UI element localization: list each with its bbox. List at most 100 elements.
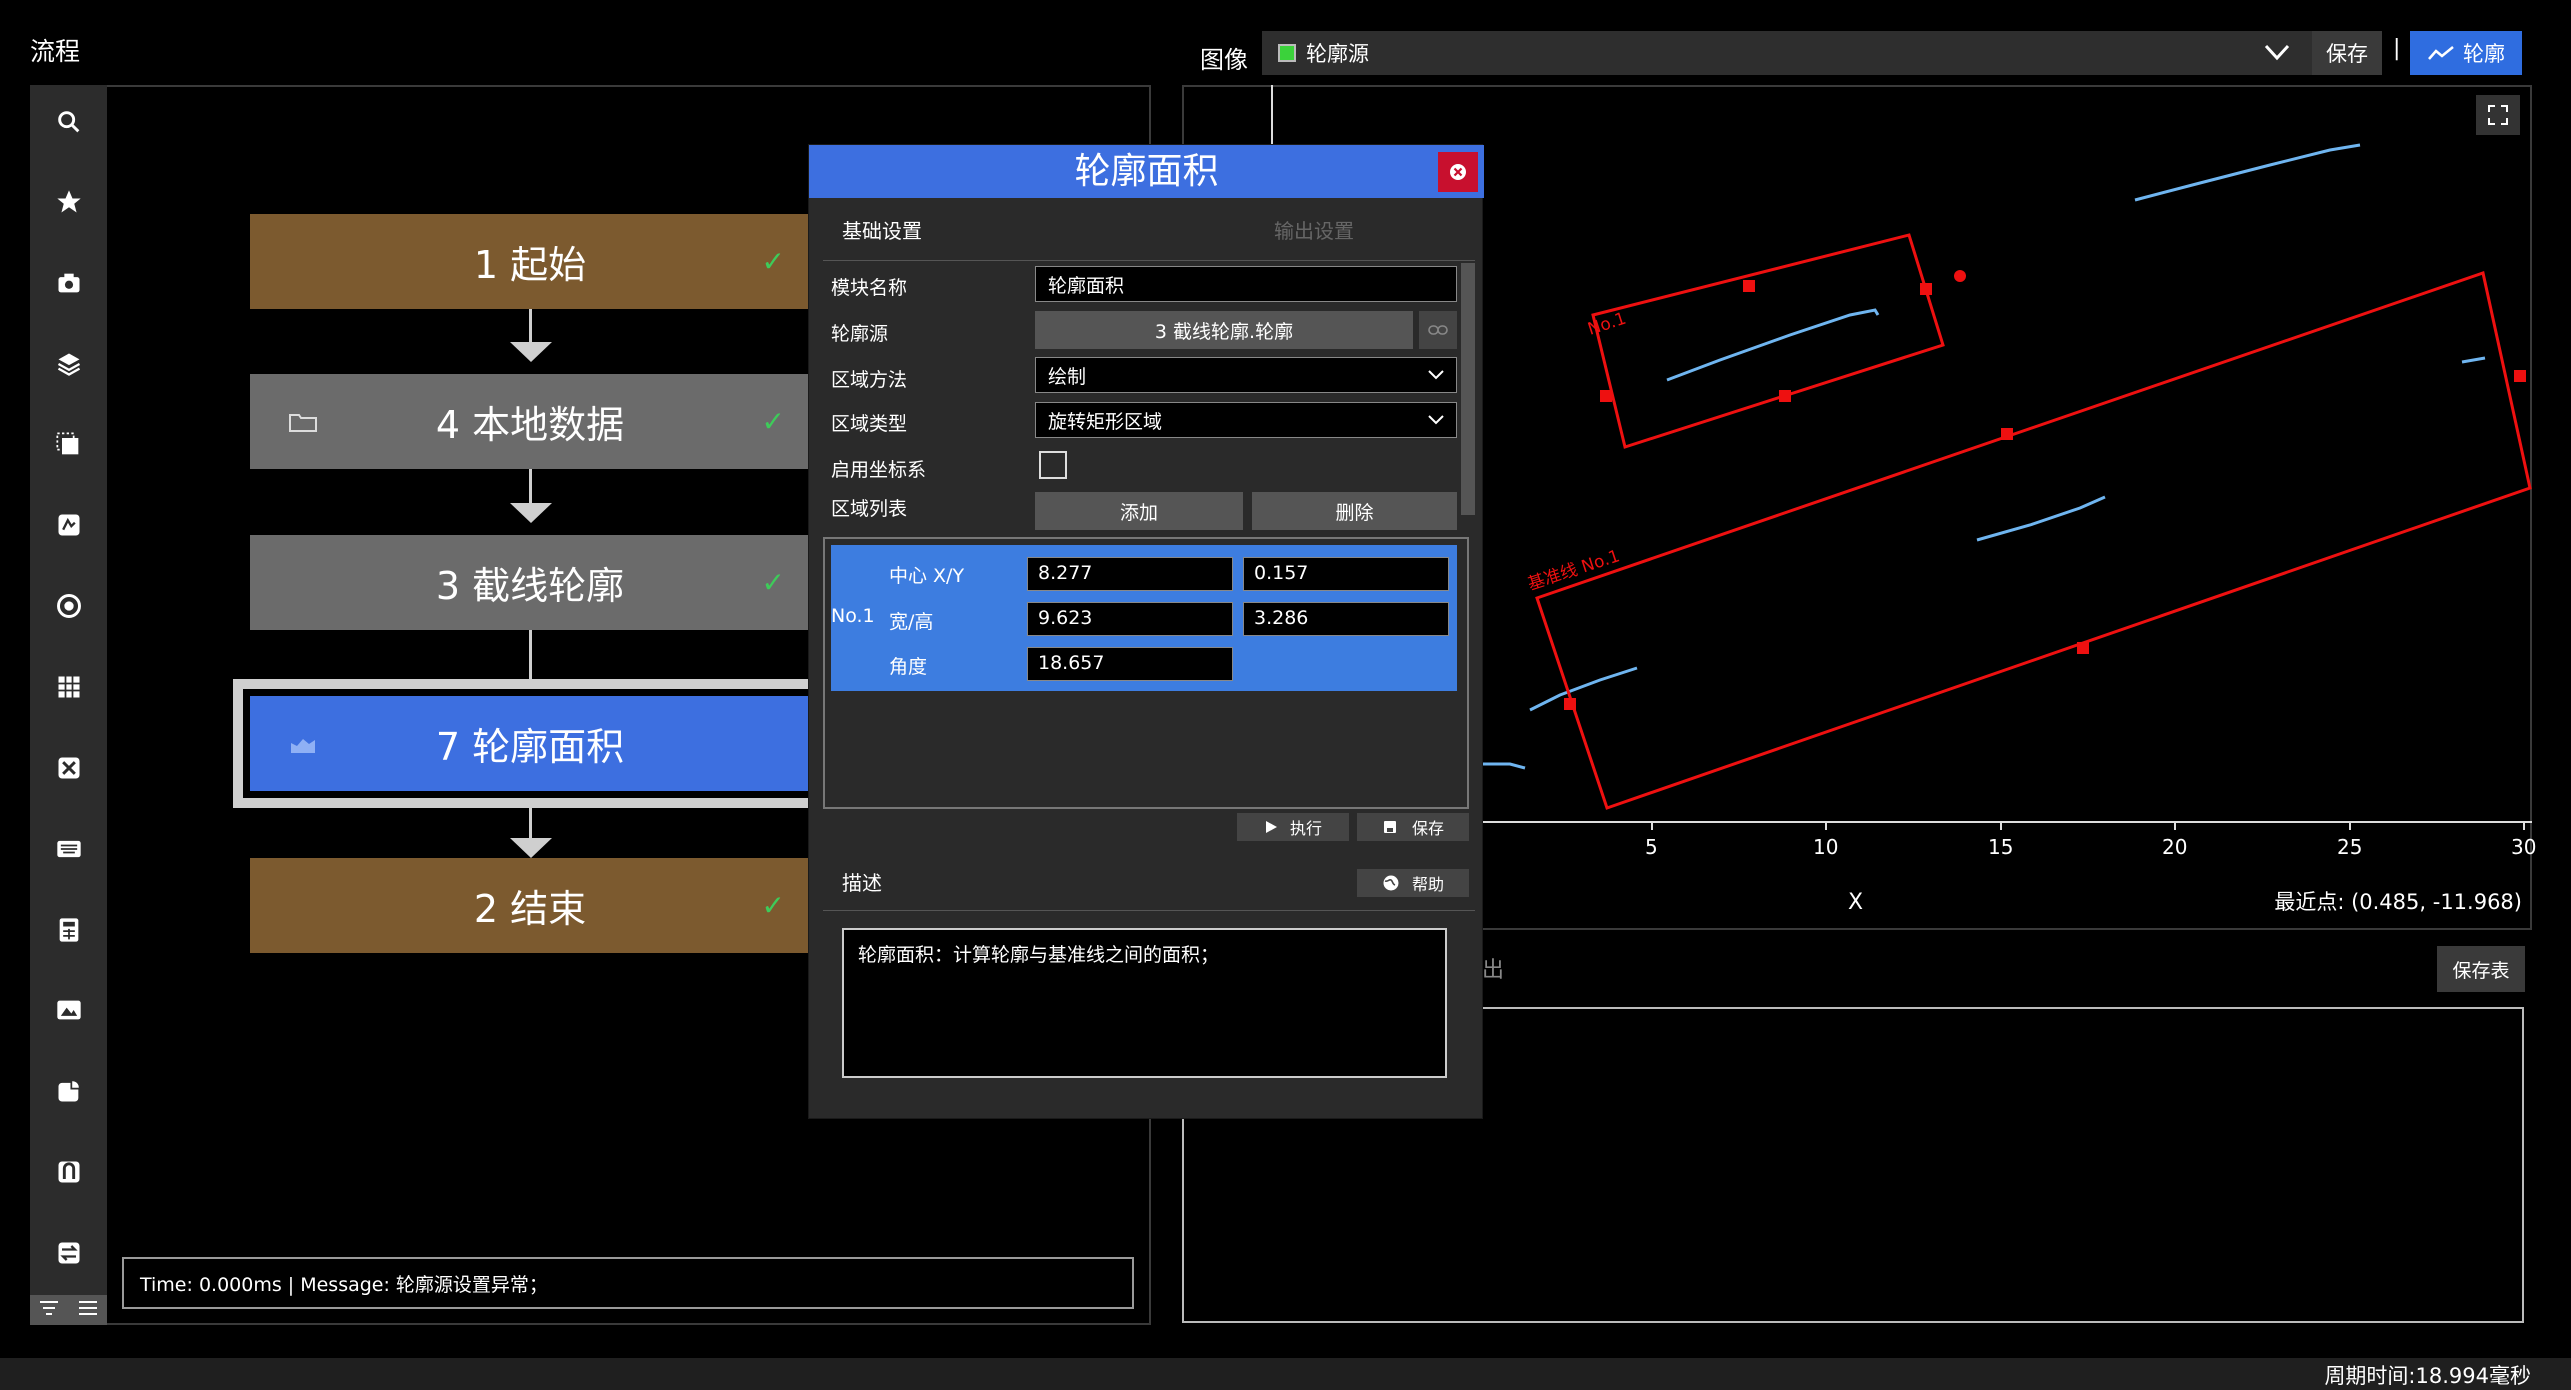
module-name-label: 模块名称 xyxy=(831,277,908,299)
area-chart-icon xyxy=(291,738,315,753)
enable-coord-label: 启用坐标系 xyxy=(831,459,927,481)
region-list-item[interactable]: No.1 中心 X/Y 宽/高 角度 8.277 0.157 9.623 3.2… xyxy=(831,545,1457,691)
run-button[interactable]: 执行 xyxy=(1237,813,1349,841)
contour-source-field[interactable]: 3 截线轮廓.轮廓 xyxy=(1035,311,1413,349)
status-message: Time: 0.000ms | Message: 轮廓源设置异常； xyxy=(122,1257,1134,1309)
contour-view-label: 轮廓 xyxy=(2463,42,2505,66)
chart-icon[interactable] xyxy=(30,1066,107,1116)
region-type-select[interactable]: 旋转矩形区域 xyxy=(1035,402,1457,438)
delete-region-button[interactable]: 删除 xyxy=(1252,492,1457,530)
height-input[interactable]: 3.286 xyxy=(1243,602,1449,636)
angle-input[interactable]: 18.657 xyxy=(1027,647,1233,681)
arrow-down-icon xyxy=(510,503,552,523)
arrow-down-icon xyxy=(510,342,552,362)
region-method-select[interactable]: 绘制 xyxy=(1035,357,1457,393)
flow-panel-title: 流程 xyxy=(30,37,81,66)
flow-node-line-contour[interactable]: 3 截线轮廓 ✓ xyxy=(250,535,810,630)
image-crop-icon[interactable] xyxy=(30,420,107,470)
chevron-down-icon[interactable] xyxy=(2262,39,2292,65)
check-icon: ✓ xyxy=(761,566,785,599)
region-method-value: 绘制 xyxy=(1048,366,1087,388)
flow-node-label: 1 起始 xyxy=(473,243,587,287)
flow-node-label: 3 截线轮廓 xyxy=(435,564,625,608)
save-label: 保存 xyxy=(1411,819,1444,838)
check-icon: ✓ xyxy=(761,405,785,438)
flow-node-label: 4 本地数据 xyxy=(435,403,625,447)
check-icon: ✓ xyxy=(761,889,785,922)
save-image-button[interactable]: 保存 xyxy=(2312,31,2382,75)
status-bar xyxy=(0,1358,2571,1390)
link-button[interactable] xyxy=(1419,311,1457,349)
keyboard-icon[interactable] xyxy=(30,824,107,874)
link-icon xyxy=(1428,325,1448,335)
module-name-input[interactable]: 轮廓面积 xyxy=(1035,266,1457,302)
chevron-down-icon[interactable] xyxy=(1426,411,1446,429)
camera-icon[interactable] xyxy=(30,258,107,308)
source-select[interactable]: 轮廓源 xyxy=(1262,31,2312,75)
expand-icon xyxy=(2488,105,2508,125)
region-list[interactable]: No.1 中心 X/Y 宽/高 角度 8.277 0.157 9.623 3.2… xyxy=(823,537,1469,809)
exchange-icon[interactable] xyxy=(30,1228,107,1278)
search-icon[interactable] xyxy=(30,97,107,147)
region-type-label: 区域类型 xyxy=(831,413,908,435)
flow-connector xyxy=(529,469,532,505)
region-method-label: 区域方法 xyxy=(831,369,908,391)
flow-node-label: 2 结束 xyxy=(473,887,587,931)
flow-node-start[interactable]: 1 起始 ✓ xyxy=(250,214,810,309)
close-icon xyxy=(1450,164,1466,180)
flow-node-label: 7 轮廓面积 xyxy=(435,725,625,769)
add-region-button[interactable]: 添加 xyxy=(1035,492,1243,530)
help-button[interactable]: 帮助 xyxy=(1357,869,1469,897)
contour-source-label: 轮廓源 xyxy=(831,323,889,345)
dialog-title[interactable]: 轮廓面积 xyxy=(809,145,1484,198)
output-tab-label[interactable]: 出 xyxy=(1482,952,1504,984)
tab-basic-settings[interactable]: 基础设置 xyxy=(842,215,922,244)
cycle-time: 周期时间:18.994毫秒 xyxy=(2324,1364,2531,1388)
flow-node-end[interactable]: 2 结束 ✓ xyxy=(250,858,810,953)
chevron-down-icon[interactable] xyxy=(1426,366,1446,384)
line-chart-icon xyxy=(2428,46,2454,60)
fullscreen-button[interactable] xyxy=(2476,95,2520,135)
contour-view-button[interactable]: 轮廓 xyxy=(2410,31,2522,75)
run-label: 执行 xyxy=(1289,819,1322,838)
size-label: 宽/高 xyxy=(889,611,934,633)
filter-icon[interactable] xyxy=(38,1299,60,1321)
calibrate-icon[interactable] xyxy=(30,743,107,793)
measure-icon[interactable] xyxy=(30,500,107,550)
save-table-button[interactable]: 保存表 xyxy=(2437,946,2525,992)
loop-icon[interactable] xyxy=(30,1147,107,1197)
enable-coord-checkbox[interactable] xyxy=(1039,451,1067,479)
flow-node-local-data[interactable]: 4 本地数据 ✓ xyxy=(250,374,810,469)
save-button[interactable]: 保存 xyxy=(1357,813,1469,841)
help-label: 帮助 xyxy=(1411,875,1444,894)
width-input[interactable]: 9.623 xyxy=(1027,602,1233,636)
flow-connector xyxy=(529,309,532,345)
settings-scrollbar[interactable] xyxy=(1461,263,1475,515)
grid-icon[interactable] xyxy=(30,662,107,712)
tool-sidebar xyxy=(30,85,107,1325)
tab-output-settings[interactable]: 输出设置 xyxy=(1274,215,1354,244)
center-y-input[interactable]: 0.157 xyxy=(1243,557,1449,591)
region-type-value: 旋转矩形区域 xyxy=(1048,411,1163,433)
angle-label: 角度 xyxy=(889,656,928,678)
list-view-icon[interactable] xyxy=(77,1299,99,1321)
source-select-value: 轮廓源 xyxy=(1306,42,1369,66)
arrow-down-icon xyxy=(510,838,552,858)
center-x-input[interactable]: 8.277 xyxy=(1027,557,1233,591)
calculator-icon[interactable] xyxy=(30,905,107,955)
star-icon[interactable] xyxy=(30,177,107,227)
globe-icon xyxy=(1383,875,1399,891)
layers-icon[interactable] xyxy=(30,339,107,389)
flow-node-contour-area[interactable]: 7 轮廓面积 xyxy=(250,696,810,791)
separator: | xyxy=(2393,36,2401,61)
target-icon[interactable] xyxy=(30,581,107,631)
save-icon xyxy=(1383,821,1396,833)
contour-source-icon xyxy=(1278,44,1296,62)
description-text: 轮廓面积：计算轮廓与基准线之间的面积； xyxy=(842,928,1447,1078)
description-heading: 描述 xyxy=(842,871,882,895)
center-label: 中心 X/Y xyxy=(889,565,965,587)
play-icon xyxy=(1265,821,1277,833)
contour-area-dialog: 轮廓面积 基础设置 输出设置 模块名称 轮廓面积 轮廓源 3 截线轮廓.轮廓 区… xyxy=(808,144,1484,1119)
picture-icon[interactable] xyxy=(30,985,107,1035)
dialog-close-button[interactable] xyxy=(1438,152,1478,192)
